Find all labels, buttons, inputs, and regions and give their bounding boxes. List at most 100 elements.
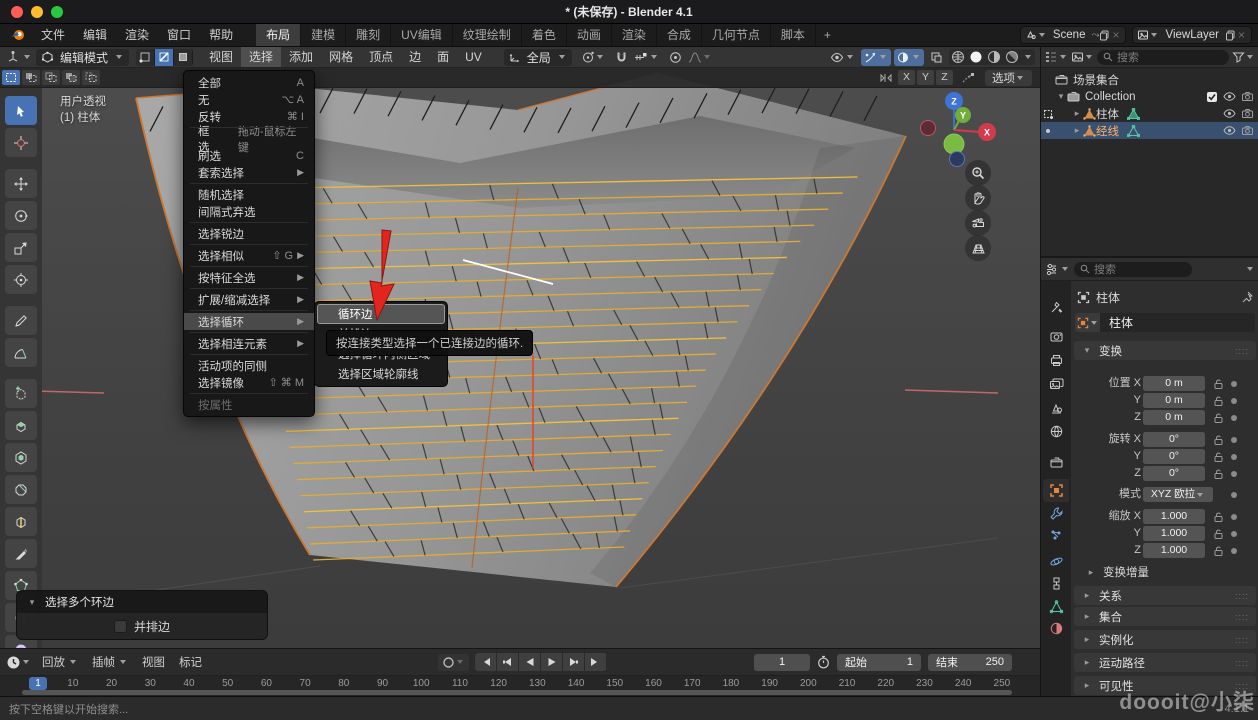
animate-dot[interactable] <box>1231 415 1237 421</box>
animate-dot[interactable] <box>1231 454 1237 460</box>
prev-keyframe-button[interactable] <box>497 653 519 671</box>
viewport-menu-2[interactable]: 添加 <box>281 47 321 67</box>
select-set-icon[interactable] <box>2 70 20 85</box>
tab-world[interactable] <box>1043 420 1069 443</box>
workspace-tab-8[interactable]: 合成 <box>657 24 702 46</box>
mesh-object-vase[interactable] <box>0 68 998 648</box>
tab-collection[interactable] <box>1043 451 1069 474</box>
workspace-tab-10[interactable]: 脚本 <box>771 24 816 46</box>
lock-open-icon[interactable] <box>1213 545 1224 557</box>
lock-open-icon[interactable] <box>1213 378 1224 390</box>
rotate-tool[interactable] <box>5 201 37 230</box>
menu-item[interactable]: 选择镜像 ⇧ ⌘ M <box>184 374 314 391</box>
menu-item[interactable]: 扩展/缩减选择 ▶ <box>184 291 314 308</box>
chevron-down-icon[interactable] <box>1247 267 1253 271</box>
rotation-mode-dropdown[interactable]: XYZ 欧拉 <box>1143 487 1213 502</box>
properties-editor-type-button[interactable] <box>1045 263 1070 276</box>
axis-gizmo[interactable]: Z Y X <box>910 86 1000 172</box>
location-y-field[interactable]: 0 m <box>1143 393 1205 408</box>
eye-icon[interactable] <box>1223 108 1236 119</box>
extrude-region-tool[interactable] <box>5 411 37 440</box>
collapse-icon[interactable]: ▾ <box>26 597 38 608</box>
animate-dot[interactable] <box>1231 471 1237 477</box>
tab-physics[interactable] <box>1043 550 1069 573</box>
scale-tool[interactable] <box>5 233 37 262</box>
overlays-toggle[interactable] <box>894 49 924 66</box>
tab-tool[interactable] <box>1043 296 1069 319</box>
scene-selector[interactable]: Scene ⤳ × <box>1020 26 1127 44</box>
outliner-search-input[interactable]: 搜索 <box>1097 50 1229 65</box>
frame-end-field[interactable]: 结束250 <box>928 654 1012 671</box>
copy-icon[interactable] <box>1099 30 1110 41</box>
transform-orientation-dropdown[interactable]: 全局 <box>504 49 572 66</box>
menu-item[interactable]: 套索选择 ▶ <box>184 164 314 181</box>
gizmos-toggle[interactable] <box>861 49 891 66</box>
shading-material-button[interactable] <box>987 50 1001 64</box>
vertex-select-mode-button[interactable] <box>136 49 155 66</box>
location-z-field[interactable]: 0 m <box>1143 410 1205 425</box>
menu-item[interactable]: 全部 A <box>184 74 314 91</box>
location-x-field[interactable]: 0 m <box>1143 376 1205 391</box>
workspace-tab-9[interactable]: 几何节点 <box>702 24 771 46</box>
pan-hand-icon[interactable] <box>965 185 991 211</box>
unlink-icon[interactable]: × <box>1110 28 1121 42</box>
topbar-menu-0[interactable]: 文件 <box>32 24 74 46</box>
stopwatch-icon[interactable] <box>817 655 830 669</box>
lock-open-icon[interactable] <box>1213 528 1224 540</box>
zoom-icon[interactable] <box>965 160 991 186</box>
face-select-mode-button[interactable] <box>174 49 193 66</box>
breadcrumb-label[interactable]: 柱体 <box>1096 289 1120 306</box>
select-subtract-icon[interactable] <box>42 70 60 85</box>
panel-collapsed-3[interactable]: ▸ 运动路径:::: <box>1074 653 1256 672</box>
viewport-menu-7[interactable]: UV <box>457 47 490 67</box>
outliner-row-0[interactable]: ▾ Collection <box>1041 88 1258 105</box>
panel-collapsed-1[interactable]: ▸ 集合:::: <box>1074 607 1256 626</box>
eye-icon[interactable] <box>1223 125 1236 136</box>
move-tool[interactable] <box>5 169 37 198</box>
proportional-editing-button[interactable] <box>666 49 685 66</box>
options-dropdown[interactable]: 选项 <box>985 70 1032 86</box>
tab-constraints[interactable] <box>1043 572 1069 595</box>
viewport-menu-3[interactable]: 网格 <box>321 47 361 67</box>
transform-tool[interactable] <box>5 265 37 294</box>
edge-select-mode-button[interactable] <box>155 49 174 66</box>
pivot-point-button[interactable] <box>578 49 608 66</box>
menu-item[interactable]: 选择相连元素 ▶ <box>184 335 314 352</box>
checkbox-checked-icon[interactable] <box>1206 91 1218 103</box>
rotation-y-field[interactable]: 0° <box>1143 449 1205 464</box>
auto-keying-button[interactable] <box>438 654 469 671</box>
loop-cut-tool[interactable] <box>5 507 37 536</box>
scale-z-field[interactable]: 1.000 <box>1143 543 1205 558</box>
menu-item[interactable]: 活动项的同侧 <box>184 357 314 374</box>
shading-rendered-button[interactable] <box>1005 50 1019 64</box>
menu-item[interactable]: 框选 拖动-鼠标左键 <box>184 130 314 147</box>
menu-item[interactable]: 选择循环 ▶ <box>184 313 314 330</box>
properties-search-input[interactable]: 搜索 <box>1074 262 1192 277</box>
remove-icon[interactable]: × <box>1236 28 1247 42</box>
expand-icon[interactable]: ▸ <box>1071 125 1083 136</box>
submenu-item[interactable]: 选择区域轮廓线 <box>317 364 445 384</box>
animate-dot[interactable] <box>1231 398 1237 404</box>
play-button[interactable] <box>541 653 563 671</box>
topbar-menu-4[interactable]: 帮助 <box>200 24 242 46</box>
mirror-y-button[interactable]: Y <box>917 70 934 85</box>
tab-modifiers[interactable] <box>1043 502 1069 525</box>
outliner-row-scene-collection[interactable]: 场景集合 <box>1041 71 1258 88</box>
next-keyframe-button[interactable] <box>563 653 585 671</box>
expand-icon[interactable]: ▾ <box>1055 91 1067 102</box>
current-frame-field[interactable]: 1 <box>754 654 810 671</box>
camera-render-icon[interactable] <box>1241 108 1254 119</box>
falloff-dropdown[interactable] <box>685 49 715 66</box>
lock-open-icon[interactable] <box>1213 451 1224 463</box>
tab-particles[interactable] <box>1043 524 1069 547</box>
select-intersect-icon[interactable] <box>82 70 100 85</box>
camera-render-icon[interactable] <box>1241 91 1254 102</box>
menu-item[interactable]: 选择锐边 <box>184 225 314 242</box>
tab-material[interactable] <box>1043 617 1069 640</box>
timeline-editor-type-button[interactable] <box>6 655 31 670</box>
jump-to-start-button[interactable] <box>475 653 497 671</box>
operator-panel[interactable]: ▾ 选择多个环边 并排边 <box>16 590 268 640</box>
pin-icon[interactable] <box>1241 291 1253 303</box>
workspace-tab-7[interactable]: 渲染 <box>612 24 657 46</box>
viewport-menu-1[interactable]: 选择 <box>241 47 281 67</box>
